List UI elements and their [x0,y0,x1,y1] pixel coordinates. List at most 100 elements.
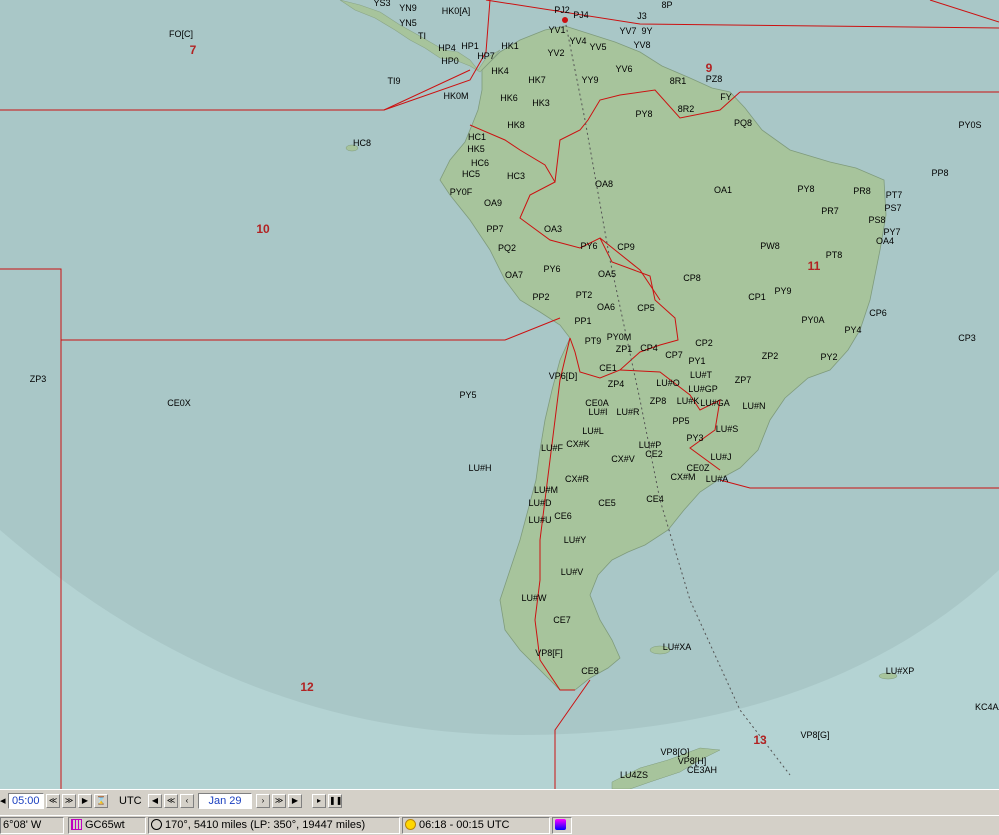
prefix-label[interactable]: VP8[F] [535,648,563,658]
prefix-label[interactable]: CP1 [748,292,766,302]
map-canvas[interactable]: 7 9 10 11 12 13 YS3 YN9 YN5 TI HK0[A] PJ2 PJ4 J3 8P FO[… [0,0,999,789]
prefix-label[interactable]: ZP1 [616,344,633,354]
prefix-label[interactable]: YS3 [373,0,390,8]
prefix-label[interactable]: PY2 [820,352,837,362]
prefix-label[interactable]: YV4 [569,36,586,46]
date-forward-fast-button[interactable]: ≫ [272,794,286,808]
prefix-label[interactable]: CE5 [598,498,616,508]
prefix-label[interactable]: LU#Y [564,535,587,545]
prefix-label[interactable]: HP1 [461,41,479,51]
prefix-label[interactable]: PY0F [450,187,473,197]
prefix-label[interactable]: CP3 [958,333,976,343]
prefix-label[interactable]: OA9 [484,198,502,208]
prefix-label[interactable]: PP8 [931,168,948,178]
prefix-label[interactable]: CE4 [646,494,664,504]
prefix-label[interactable]: YN5 [399,18,417,28]
prefix-label[interactable]: CE7 [553,615,571,625]
prefix-label[interactable]: PY8 [635,109,652,119]
prefix-label[interactable]: CE3AH [687,765,717,775]
time-forward-button[interactable]: ▶ [78,794,92,808]
prefix-label[interactable]: CP4 [640,343,658,353]
prefix-label[interactable]: LU#GP [688,384,718,394]
clock-reset-icon[interactable]: ⌛ [94,794,108,808]
prefix-label[interactable]: PJ4 [573,10,589,20]
time-input[interactable]: 05:00 [8,793,44,809]
prefix-label[interactable]: PY0A [801,315,824,325]
prefix-label[interactable]: CE2 [645,449,663,459]
prefix-label[interactable]: LU#N [742,401,765,411]
prefix-label[interactable]: 8R2 [678,104,695,114]
prefix-label[interactable]: HP7 [477,51,495,61]
prefix-label[interactable]: YV7 [619,26,636,36]
home-location-marker[interactable] [562,17,568,23]
prefix-label[interactable]: YV6 [615,64,632,74]
prefix-label[interactable]: ZP3 [30,374,47,384]
prefix-label[interactable]: HC3 [507,171,525,181]
prefix-label[interactable]: OA5 [598,269,616,279]
prefix-label[interactable]: HK0M [443,91,468,101]
prefix-label[interactable]: PT9 [585,336,602,346]
prefix-label[interactable]: ZP7 [735,375,752,385]
prefix-label[interactable]: CP8 [683,273,701,283]
prefix-label[interactable]: LU#XA [663,642,692,652]
date-back-fast-button[interactable]: ≪ [164,794,178,808]
prefix-label[interactable]: CE8 [581,666,599,676]
prefix-label[interactable]: HK7 [528,75,546,85]
prefix-label[interactable]: PY0S [958,120,981,130]
prefix-label[interactable]: LU#H [468,463,491,473]
prefix-label[interactable]: LU#D [528,498,552,508]
prefix-label[interactable]: PY1 [688,356,705,366]
prefix-label[interactable]: OA1 [714,185,732,195]
prefix-label[interactable]: VP [0,0,6,2]
prefix-label[interactable]: PY3 [686,433,703,443]
prefix-label[interactable]: LU#M [534,485,558,495]
prefix-label[interactable]: YN9 [399,3,417,13]
prefix-label[interactable]: J3 [637,11,647,21]
date-input[interactable]: Jan 29 [198,793,252,809]
prefix-label[interactable]: HK6 [500,93,518,103]
prefix-label[interactable]: PS7 [884,203,901,213]
time-forward-fast-button[interactable]: ≫ [62,794,76,808]
prefix-label[interactable]: LU#I [588,407,607,417]
prefix-label[interactable]: LU#U [528,515,551,525]
prefix-label[interactable]: PY9 [774,286,791,296]
prefix-label[interactable]: PP5 [672,416,689,426]
prefix-label[interactable]: 8R1 [670,76,687,86]
prefix-label[interactable]: YY9 [581,75,598,85]
prefix-label[interactable]: HC6 [471,158,489,168]
prefix-label[interactable]: PY8 [797,184,814,194]
prefix-label[interactable]: YV1 [548,25,565,35]
prefix-label[interactable]: YV2 [547,48,564,58]
prefix-label[interactable]: CP5 [637,303,655,313]
prefix-label[interactable]: YV8 [633,40,650,50]
prefix-label[interactable]: CP9 [617,242,635,252]
pause-icon[interactable]: ❚❚ [328,794,342,808]
prefix-label[interactable]: FY [720,92,732,102]
date-prev-button[interactable]: ‹ [180,794,194,808]
prefix-label[interactable]: HP4 [438,43,456,53]
prefix-label[interactable]: HK0[A] [442,6,471,16]
prefix-label[interactable]: HC5 [462,169,480,179]
play-icon[interactable]: ▸ [312,794,326,808]
prefix-label[interactable]: HC8 [353,138,371,148]
prefix-label[interactable]: OA3 [544,224,562,234]
prefix-label[interactable]: LU#J [710,452,731,462]
prefix-label[interactable]: OA7 [505,270,523,280]
date-forward-button[interactable]: ▶ [288,794,302,808]
prefix-label[interactable]: 8P [661,0,672,10]
prefix-label[interactable]: CE0X [167,398,191,408]
prefix-label[interactable]: LU#GA [700,398,730,408]
prefix-label[interactable]: PT2 [576,290,593,300]
prefix-label[interactable]: HK5 [467,144,485,154]
prefix-label[interactable]: CX#V [611,454,635,464]
prefix-label[interactable]: FO[C] [169,29,193,39]
prefix-label[interactable]: LU#L [582,426,604,436]
prefix-label[interactable]: LU#O [656,378,680,388]
prefix-label[interactable]: PZ8 [706,74,723,84]
prefix-label[interactable]: HK4 [491,66,509,76]
prefix-label[interactable]: KC4AAC [975,702,999,712]
prefix-label[interactable]: PY6 [543,264,560,274]
prefix-label[interactable]: CX#R [565,474,590,484]
prefix-label[interactable]: PT7 [886,190,903,200]
prefix-label[interactable]: LU#T [690,370,713,380]
